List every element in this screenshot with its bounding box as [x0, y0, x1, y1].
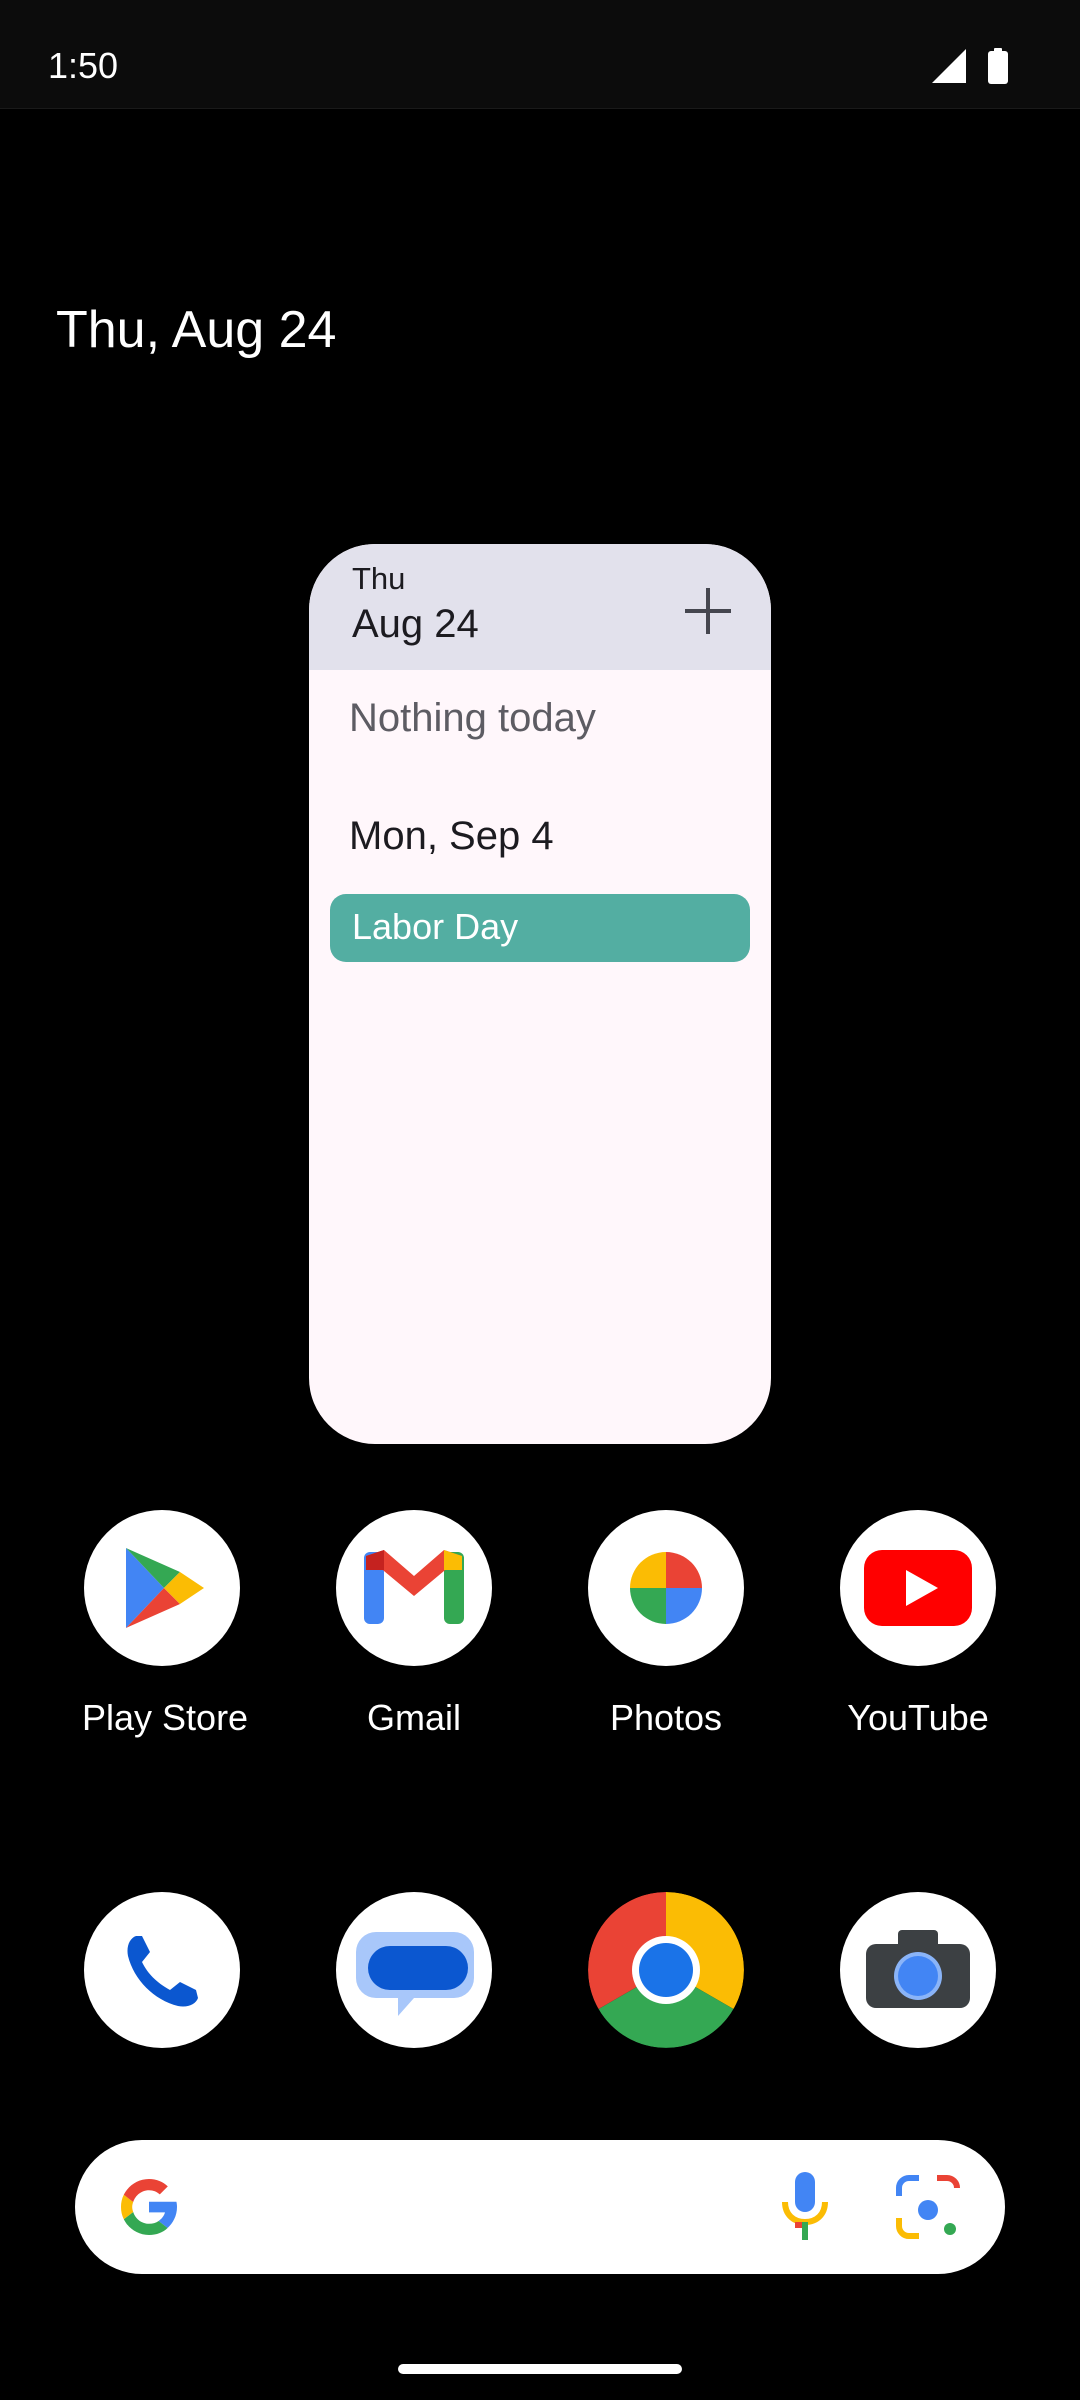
calendar-event[interactable]: Labor Day	[330, 894, 750, 962]
dock-camera[interactable]	[838, 1892, 998, 2048]
battery-icon	[988, 48, 1008, 84]
home-screen: 1:50 Thu, Aug 24 Thu Aug 24 Nothing toda…	[0, 0, 1080, 2400]
calendar-event-label: Labor Day	[352, 906, 519, 947]
calendar-widget[interactable]: Thu Aug 24 Nothing today Mon, Sep 4 Labo…	[309, 544, 771, 1444]
dock-chrome[interactable]	[586, 1892, 746, 2048]
app-photos[interactable]: Photos	[586, 1510, 746, 1740]
app-youtube[interactable]: YouTube	[838, 1510, 998, 1740]
calendar-header-date: Aug 24	[352, 602, 479, 646]
youtube-icon	[840, 1510, 996, 1666]
signal-icon	[932, 49, 966, 83]
plus-icon[interactable]	[679, 582, 737, 640]
google-g-icon	[121, 2179, 177, 2235]
app-gmail[interactable]: Gmail	[334, 1510, 494, 1740]
gmail-icon	[336, 1510, 492, 1666]
status-bar: 1:50	[0, 0, 1080, 109]
messages-icon	[336, 1892, 492, 2048]
home-date[interactable]: Thu, Aug 24	[56, 298, 336, 362]
calendar-upcoming-date: Mon, Sep 4	[349, 814, 554, 858]
photos-icon	[588, 1510, 744, 1666]
play-store-icon	[84, 1510, 240, 1666]
calendar-header-day: Thu	[352, 561, 406, 596]
chrome-icon	[588, 1892, 744, 2048]
microphone-icon[interactable]	[775, 2168, 835, 2248]
camera-icon	[840, 1892, 996, 2048]
lens-icon[interactable]	[893, 2172, 963, 2242]
app-label: Photos	[609, 1697, 723, 1738]
status-icons	[932, 48, 1008, 84]
app-label: Gmail	[366, 1697, 461, 1738]
phone-icon	[84, 1892, 240, 2048]
calendar-empty-text: Nothing today	[349, 696, 596, 740]
home-indicator[interactable]	[398, 2364, 682, 2374]
status-time: 1:50	[48, 45, 119, 86]
calendar-widget-header[interactable]: Thu Aug 24	[309, 544, 771, 670]
search-bar[interactable]	[75, 2140, 1005, 2274]
app-play-store[interactable]: Play Store	[82, 1510, 249, 1740]
app-label: YouTube	[847, 1697, 989, 1738]
dock-messages[interactable]	[334, 1892, 494, 2048]
app-label: Play Store	[82, 1697, 249, 1738]
dock-phone[interactable]	[82, 1892, 242, 2048]
